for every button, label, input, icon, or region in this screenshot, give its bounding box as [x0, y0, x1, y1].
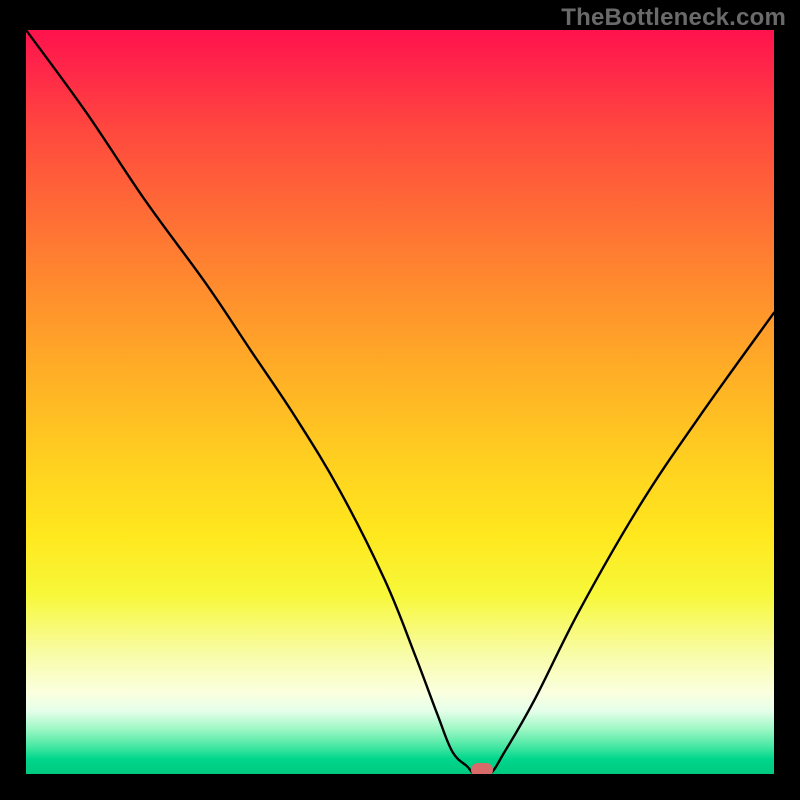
bottleneck-curve — [26, 30, 774, 774]
plot-area — [26, 30, 774, 774]
watermark-text: TheBottleneck.com — [561, 4, 786, 32]
optimal-marker — [471, 763, 493, 774]
chart-frame: TheBottleneck.com — [0, 0, 800, 800]
